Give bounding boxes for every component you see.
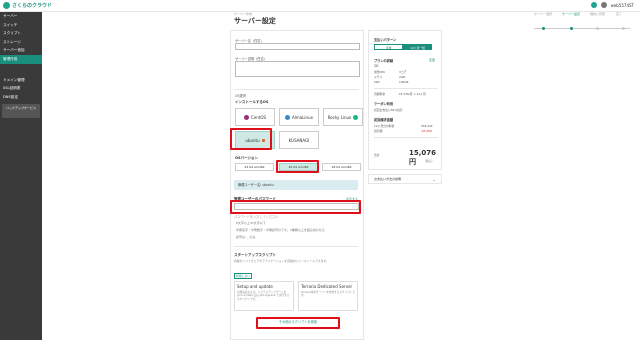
centos-icon: [243, 114, 249, 120]
coupon-heading: クーポン利用: [374, 102, 394, 106]
divider: [234, 246, 358, 247]
highlight-version: [276, 160, 319, 173]
os-option-label: Rocky Linux: [327, 114, 352, 120]
spec-key: SSD: [374, 80, 380, 84]
campaign-key: 12ヶ月分の料金: [374, 124, 395, 128]
campaign-value: ¥18,432: [421, 124, 433, 128]
discount-value: -¥3,356: [421, 129, 432, 133]
os-version-heading: OSバージョン: [235, 156, 258, 160]
logo-text: さくらのクラウド: [12, 3, 53, 9]
step-label: 完了: [616, 12, 623, 16]
step-dot: [570, 27, 573, 30]
step-label-active: サーバー設定: [562, 12, 580, 16]
version-option[interactable]: 22.04 amd64: [235, 163, 274, 171]
step-label: サーバー選択: [534, 12, 552, 16]
os-option-rocky[interactable]: Rocky Linux: [323, 108, 363, 126]
payment-tab[interactable]: 月額: [374, 44, 403, 50]
divider: [374, 137, 438, 138]
os-option-label: KUSANAGI: [288, 137, 310, 143]
os-section-label: OS選択: [235, 94, 246, 98]
server-desc-textarea[interactable]: [235, 61, 360, 77]
total-label: 合計: [374, 153, 380, 157]
change-plan-link[interactable]: 変更: [429, 58, 435, 62]
logo-icon: [3, 2, 10, 9]
plan-detail-label: プランの詳細: [374, 59, 394, 63]
total-price: 15,076 円: [409, 149, 437, 166]
spec-value: 2GB: [399, 75, 405, 79]
highlight-more-scripts: [256, 317, 340, 329]
sidebar-item-add-server[interactable]: サーバー追加: [0, 46, 42, 55]
script-card[interactable]: Setup and update 初期設定および、システムアップデートをyum …: [234, 281, 294, 311]
divider: [235, 89, 359, 90]
sidebar-item-create[interactable]: 管理作成: [0, 54, 42, 64]
sidebar: サーバー スイッチ スクリプト ストレージ サーバー追加 管理作成 ドメイン管理…: [0, 12, 42, 340]
payment-info-accordion[interactable]: お支払い方法の説明 ⌄: [368, 174, 442, 184]
password-hint: パスワードを入力してください: [234, 215, 279, 219]
campaign-heading: 初回請求金額: [374, 118, 394, 122]
version-option[interactable]: 18.04 amd64: [322, 163, 361, 171]
highlight-ubuntu: [230, 128, 272, 150]
step-label: 規約に同意: [590, 12, 606, 16]
password-rule: 半角英字・半角数字・半角記号のうち、2種類以上を組み合わせる: [236, 228, 325, 232]
sidebar-item-storage[interactable]: ストレージ: [0, 38, 42, 47]
accordion-label: お支払い方法の説明: [374, 177, 402, 181]
os-option-label: CentOS: [250, 114, 267, 120]
plan-name: 2G: [374, 64, 379, 68]
startup-note: 各種のソフトウェアやアプリケーションを自動的にインストールできます。: [234, 259, 329, 263]
script-title: Setup and update: [237, 284, 273, 289]
password-rule: 記号は -_ のみ: [236, 235, 256, 239]
step-dot: [596, 27, 599, 30]
startup-none-button[interactable]: 利用しない: [234, 273, 252, 279]
os-heading: インストールするOS: [235, 100, 269, 104]
os-option-almalinux[interactable]: AlmaLinux: [279, 108, 319, 126]
script-card[interactable]: Terraria Dedicated Server Terraria専用サーバー…: [298, 281, 358, 311]
payment-toggle[interactable]: 月額 12ヶ月一括: [374, 44, 432, 50]
os-option-centos[interactable]: CentOS: [235, 108, 275, 126]
spec-key: 仮想CPU: [374, 70, 386, 74]
admin-user-info: 管理ユーザー名: ubuntu: [234, 180, 358, 190]
account-name[interactable]: web5574ST: [611, 3, 634, 8]
os-option-kusanagi[interactable]: KUSANAGI: [279, 131, 319, 149]
chevron-down-icon: ⌄: [432, 177, 436, 182]
divider: [374, 88, 438, 89]
coupon-text: 初回お支払い30%割引: [374, 108, 403, 112]
almalinux-icon: [285, 114, 290, 120]
os-option-label: AlmaLinux: [292, 114, 313, 120]
page-title: サーバー設定: [234, 17, 276, 25]
step-track: [534, 28, 630, 29]
payment-tab-selected[interactable]: 12ヶ月一括: [403, 44, 432, 50]
sidebar-banner[interactable]: バックアップサービス: [2, 104, 40, 119]
order-summary: 支払いパターン 月額 12ヶ月一括 プランの詳細 変更 2G 仮想CPU 3コア…: [368, 30, 442, 170]
spec-key: メモリ: [374, 75, 383, 79]
sidebar-item-dns[interactable]: DNS設定: [0, 93, 42, 102]
highlight-password: [230, 200, 361, 214]
password-rule: 8文字以上32文字以下: [236, 221, 266, 225]
script-desc: 初期設定および、システムアップデートをyum update 又は apt upg…: [237, 291, 290, 301]
progress-steps: サーバー選択 サーバー設定 規約に同意 完了: [534, 8, 630, 24]
brand-logo[interactable]: さくらのクラウド: [3, 2, 52, 9]
spec-value: 3コア: [399, 70, 407, 74]
step-dot: [542, 27, 545, 30]
step-dot: [622, 27, 625, 30]
sidebar-item-ssl[interactable]: SSL証明書: [0, 84, 42, 93]
server-name-input[interactable]: [235, 43, 360, 50]
payment-type-label: 支払いパターン: [374, 38, 397, 42]
campaign-key: 割引額: [374, 129, 383, 133]
price-value: ¥1,536/月 × 12ヶ月: [399, 92, 426, 96]
rocky-icon: [353, 114, 359, 120]
sidebar-item-domain[interactable]: ドメイン管理: [0, 76, 42, 85]
sidebar-item-servers[interactable]: サーバー: [0, 12, 42, 21]
sidebar-item-switch[interactable]: スイッチ: [0, 21, 42, 30]
startup-heading: スタートアップスクリプト: [234, 253, 276, 257]
spec-value: 100GB: [399, 80, 409, 84]
script-title: Terraria Dedicated Server: [301, 284, 353, 289]
sidebar-item-scripts[interactable]: スクリプト: [0, 29, 42, 38]
total-tax-note: （税込）: [423, 159, 435, 163]
script-desc: Terraria専用サーバーを作成するスクリプトです。: [301, 291, 355, 298]
price-label: 月額料金: [374, 92, 386, 96]
